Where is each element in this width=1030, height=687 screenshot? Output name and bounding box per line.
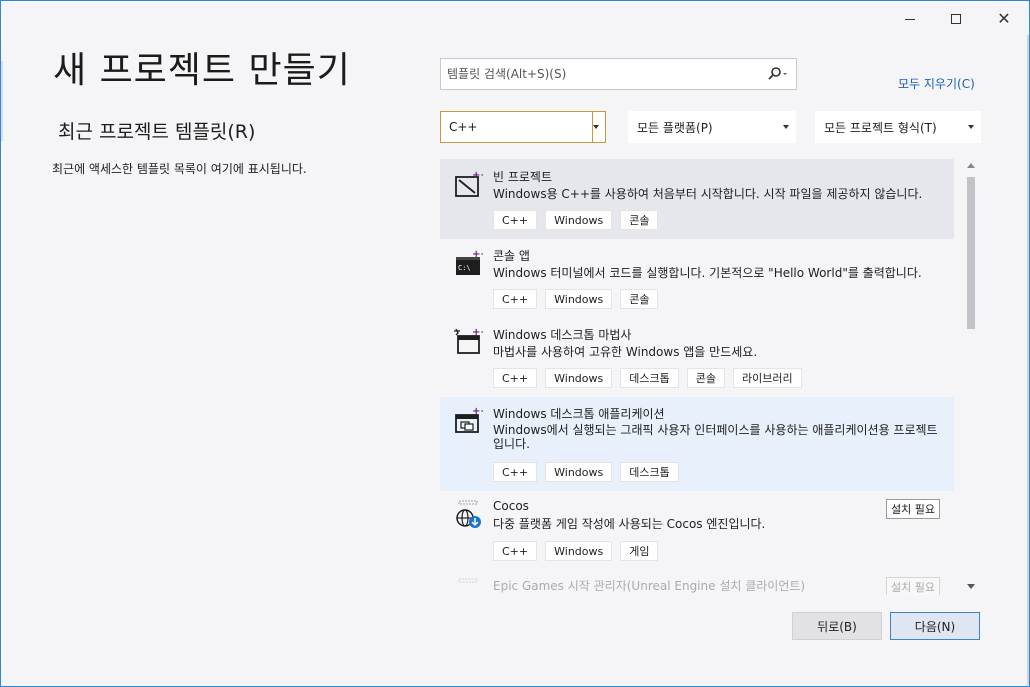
template-description: 마법사를 사용하여 고유한 Windows 앱을 만드세요.	[493, 345, 758, 359]
maximize-icon	[951, 14, 961, 24]
minimize-icon	[905, 18, 915, 20]
console-app-icon: C:\ ++	[456, 249, 483, 275]
template-item-console-app[interactable]: C:\ ++ 콘솔 앱 Windows 터미널에서 코드를 실행합니다. 기본적…	[440, 239, 954, 318]
search-icon[interactable]	[767, 66, 789, 82]
language-filter[interactable]: C++	[440, 111, 606, 143]
template-title: 콘솔 앱	[493, 249, 530, 263]
new-project-dialog: ✕ 새 프로젝트 만들기 최근 프로젝트 템플릿(R) 최근에 액세스한 템플릿…	[0, 0, 1030, 687]
close-icon: ✕	[997, 9, 1011, 28]
template-title: Windows 데스크톱 마법사	[493, 328, 632, 342]
svg-text:++: ++	[472, 170, 483, 181]
tag: 라이브러리	[732, 368, 802, 388]
scroll-up-arrow-icon[interactable]	[967, 163, 975, 168]
tag: 콘솔	[686, 368, 725, 388]
template-title: Windows 데스크톱 애플리케이션	[493, 407, 665, 421]
template-item-epic-launcher[interactable]: Epic Games 시작 관리자(Unreal Engine 설치 클라이언트…	[440, 577, 954, 595]
tag: 콘솔	[620, 210, 659, 230]
platform-filter[interactable]: 모든 플랫폼(P)	[628, 111, 796, 143]
template-tags: C++ Windows 데스크톱 콘솔 라이브러리	[493, 368, 802, 388]
install-required-badge: 설치 필요	[886, 499, 940, 519]
tag: C++	[493, 541, 538, 561]
template-description: Windows에서 실행되는 그래픽 사용자 인터페이스를 사용하는 애플리케이…	[493, 423, 938, 451]
right-edge	[1027, 35, 1029, 685]
template-list-scrollbar[interactable]	[963, 159, 979, 595]
template-tags: C++ Windows 게임	[493, 541, 659, 561]
svg-text:C:\: C:\	[458, 264, 471, 272]
template-title: Cocos	[493, 499, 529, 513]
template-item-empty-project[interactable]: ++ 빈 프로젝트 Windows용 C++를 사용하여 처음부터 시작합니다.…	[440, 159, 954, 239]
next-button[interactable]: 다음(N)	[890, 612, 980, 640]
page-title: 새 프로젝트 만들기	[53, 50, 351, 91]
svg-text:++: ++	[472, 327, 483, 338]
project-type-filter[interactable]: 모든 프로젝트 형식(T)	[815, 111, 981, 143]
left-edge	[1, 61, 3, 141]
install-required-badge: 설치 필요	[886, 577, 940, 595]
scroll-down-arrow-icon[interactable]	[967, 584, 975, 589]
scroll-thumb[interactable]	[967, 177, 975, 329]
template-title: 빈 프로젝트	[493, 170, 553, 184]
cocos-icon	[456, 500, 481, 528]
chevron-down-icon	[783, 125, 789, 129]
back-button[interactable]: 뒤로(B)	[792, 612, 882, 640]
desktop-app-icon: ++	[455, 406, 483, 433]
template-description: Windows용 C++를 사용하여 처음부터 시작합니다. 시작 파일을 제공…	[493, 187, 923, 201]
language-filter-value: C++	[449, 120, 478, 134]
tag: 데스크톱	[620, 462, 679, 482]
clear-all-link[interactable]: 모두 지우기(C)	[898, 75, 975, 92]
tag: 데스크톱	[620, 368, 679, 388]
chevron-down-icon	[968, 125, 974, 129]
search-box	[440, 58, 797, 90]
close-button[interactable]: ✕	[981, 3, 1027, 35]
minimize-button[interactable]	[887, 3, 933, 35]
desktop-wizard-icon: ++	[454, 327, 483, 354]
template-tags: C++ Windows 콘솔	[493, 210, 659, 230]
tag: 콘솔	[620, 289, 659, 309]
recent-templates-heading: 최근 프로젝트 템플릿(R)	[58, 121, 256, 143]
template-description: 다중 플랫폼 게임 작성에 사용되는 Cocos 엔진입니다.	[493, 517, 766, 531]
svg-text:++: ++	[472, 406, 483, 417]
empty-project-icon: ++	[455, 170, 483, 197]
tag: Windows	[545, 289, 613, 309]
recent-empty-message: 최근에 액세스한 템플릿 목록이 여기에 표시됩니다.	[52, 162, 307, 176]
tag: C++	[493, 210, 538, 230]
template-tags: C++ Windows 데스크톱	[493, 462, 679, 482]
epic-launcher-icon	[458, 578, 478, 583]
tag: Windows	[545, 541, 613, 561]
chevron-down-icon	[593, 125, 599, 129]
template-description: Windows 터미널에서 코드를 실행합니다. 기본적으로 "Hello Wo…	[493, 266, 922, 280]
template-tags: C++ Windows 콘솔	[493, 289, 659, 309]
search-input[interactable]	[441, 59, 761, 89]
tag: Windows	[545, 368, 613, 388]
tag: 게임	[620, 541, 659, 561]
template-list[interactable]: ++ 빈 프로젝트 Windows용 C++를 사용하여 처음부터 시작합니다.…	[440, 159, 980, 595]
tag: C++	[493, 289, 538, 309]
tag: C++	[493, 462, 538, 482]
svg-text:++: ++	[472, 249, 483, 260]
tag: Windows	[545, 462, 613, 482]
tag: C++	[493, 368, 538, 388]
tag: Windows	[545, 210, 613, 230]
template-item-cocos[interactable]: Cocos 설치 필요 다중 플랫폼 게임 작성에 사용되는 Cocos 엔진입…	[440, 491, 954, 577]
maximize-button[interactable]	[933, 3, 979, 35]
project-type-filter-value: 모든 프로젝트 형식(T)	[824, 120, 937, 135]
platform-filter-value: 모든 플랫폼(P)	[637, 120, 713, 135]
template-title: Epic Games 시작 관리자(Unreal Engine 설치 클라이언트…	[493, 579, 806, 593]
template-item-desktop-app[interactable]: ++ Windows 데스크톱 애플리케이션 Windows에서 실행되는 그래…	[440, 397, 954, 491]
template-item-desktop-wizard[interactable]: ++ Windows 데스크톱 마법사 마법사를 사용하여 고유한 Window…	[440, 318, 954, 397]
